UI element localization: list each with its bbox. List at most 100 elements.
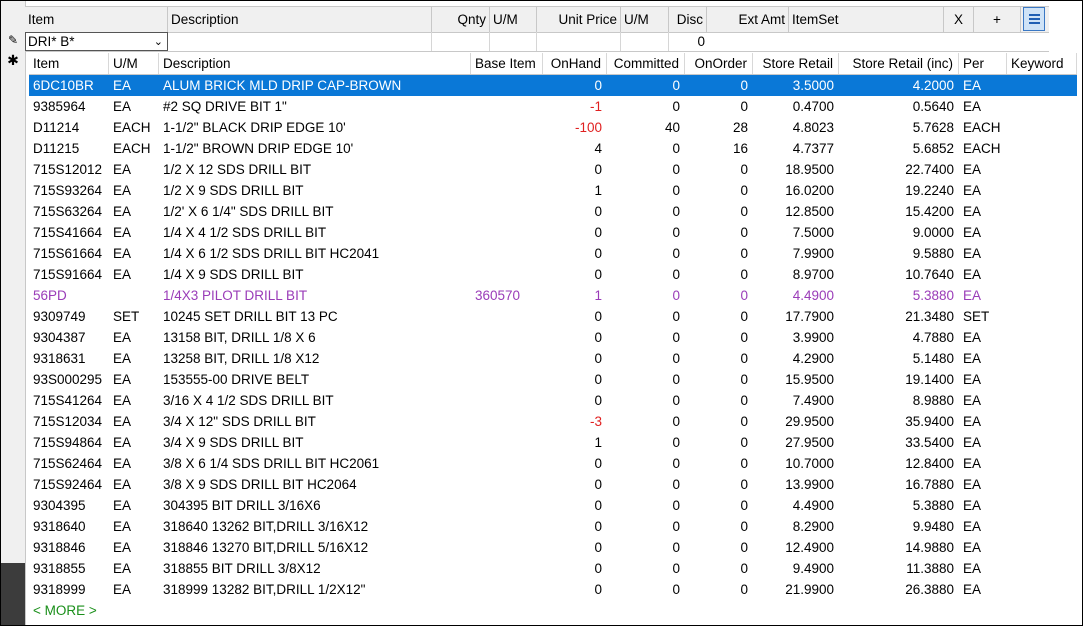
cell-keyword — [1007, 138, 1077, 159]
cell-onorder: 0 — [740, 183, 748, 198]
table-row[interactable]: 9318631 EA 13258 BIT, DRILL 1/8 X12 0 0 0 4.29… — [29, 348, 1077, 369]
col-base-item[interactable]: Base Item — [471, 53, 543, 74]
cell-store-retail: 17.7900 — [785, 309, 834, 324]
col-um[interactable]: U/M — [109, 53, 159, 74]
table-row[interactable]: 9304387 EA 13158 BIT, DRILL 1/8 X 6 0 0 0 3.99… — [29, 327, 1077, 348]
cell-um: EA — [113, 351, 132, 366]
entry-description-cell[interactable] — [168, 32, 432, 51]
header-description[interactable]: Description — [168, 7, 432, 32]
cell-item: 9318846 — [33, 540, 86, 555]
entry-qnty-spacer[interactable] — [432, 32, 490, 51]
col-keyword[interactable]: Keyword — [1007, 53, 1077, 74]
cell-store-retail: 8.2900 — [792, 519, 834, 534]
table-row[interactable]: 9304395 EA 304395 BIT DRILL 3/16X6 0 0 0 4.490… — [29, 495, 1077, 516]
table-row[interactable]: 9309749 SET 10245 SET DRILL BIT 13 PC 0 0 0 17… — [29, 306, 1077, 327]
table-row[interactable]: 9318999 EA 318999 13282 BIT,DRILL 1/2X12" 0… — [29, 579, 1077, 600]
cell-base-item — [471, 201, 543, 222]
header-um[interactable]: U/M — [490, 7, 537, 32]
cell-onhand: 0 — [594, 330, 602, 345]
header-qnty[interactable]: Qnty — [432, 7, 490, 32]
table-row[interactable]: 715S12034 EA 3/4 X 12" SDS DRILL BIT -3 0 0 29… — [29, 411, 1077, 432]
table-row[interactable]: 715S61664 EA 1/4 X 6 1/2 SDS DRILL BIT HC2… — [29, 243, 1077, 264]
cell-item: 9385964 — [33, 99, 86, 114]
cell-um: EA — [113, 78, 132, 93]
entry-price-um-cell[interactable] — [621, 32, 669, 51]
cell-keyword — [1007, 327, 1077, 348]
header-price-um[interactable]: U/M — [621, 7, 669, 32]
table-row[interactable]: 6DC10BR EA ALUM BRICK MLD DRIP CAP-BROWN 0 0… — [29, 75, 1077, 96]
col-onorder[interactable]: OnOrder — [685, 53, 753, 74]
cell-onorder: 0 — [740, 540, 748, 555]
grid-right-edge — [1077, 32, 1082, 625]
cell-description: 3/16 X 4 1/2 SDS DRILL BIT — [163, 393, 334, 408]
table-row[interactable]: 715S94864 EA 3/4 X 9 SDS DRILL BIT 1 0 0 27.95… — [29, 432, 1077, 453]
hamburger-menu-icon[interactable] — [1023, 7, 1045, 31]
table-row[interactable]: 9318855 EA 318855 BIT DRILL 3/8X12 0 0 0 9.490… — [29, 558, 1077, 579]
cell-description: #2 SQ DRIVE BIT 1" — [163, 99, 287, 114]
col-committed[interactable]: Committed — [607, 53, 685, 74]
cell-store-retail-inc: 10.7640 — [905, 267, 954, 282]
item-filter-combobox[interactable]: DRI* B* ⌄ — [25, 32, 168, 51]
table-row[interactable]: 715S93264 EA 1/2 X 9 SDS DRILL BIT 1 0 0 16.02… — [29, 180, 1077, 201]
cell-description: 1/4 X 9 SDS DRILL BIT — [163, 267, 304, 282]
cell-onorder: 0 — [740, 498, 748, 513]
cell-onorder: 0 — [740, 582, 748, 597]
header-ext-amt[interactable]: Ext Amt — [707, 7, 789, 32]
table-row[interactable]: 715S62464 EA 3/8 X 6 1/4 SDS DRILL BIT HC2… — [29, 453, 1077, 474]
header-disc[interactable]: Disc — [669, 7, 707, 32]
cell-item: 9318631 — [33, 351, 86, 366]
cell-base-item — [471, 117, 543, 138]
item-filter-value: DRI* B* — [28, 34, 75, 49]
chevron-down-icon[interactable]: ⌄ — [154, 34, 163, 50]
col-onhand[interactable]: OnHand — [543, 53, 607, 74]
cell-item: 715S41264 — [33, 393, 103, 408]
cell-keyword — [1007, 369, 1077, 390]
table-row[interactable]: 56PD 1/4X3 PILOT DRILL BIT 360570 1 0 0 4.4900… — [29, 285, 1077, 306]
entry-disc-value[interactable]: 0 — [667, 32, 705, 51]
cell-committed: 0 — [672, 477, 680, 492]
col-per[interactable]: Per — [959, 53, 1007, 74]
header-unit-price[interactable]: Unit Price — [537, 7, 621, 32]
pencil-icon: ✎ — [7, 33, 19, 47]
header-x-button[interactable]: X — [944, 7, 974, 32]
table-row[interactable]: D11215 EACH 1-1/2" BROWN DRIP EDGE 10' 4 0 16… — [29, 138, 1077, 159]
table-row[interactable]: 715S12012 EA 1/2 X 12 SDS DRILL BIT 0 0 0 18.9… — [29, 159, 1077, 180]
cell-onhand: 4 — [594, 141, 602, 156]
table-row[interactable]: D11214 EACH 1-1/2" BLACK DRIP EDGE 10' -100… — [29, 117, 1077, 138]
table-row[interactable]: 9318640 EA 318640 13262 BIT,DRILL 3/16X12 0… — [29, 516, 1077, 537]
cell-um: EA — [113, 246, 132, 261]
more-results-link[interactable]: < MORE > — [33, 600, 153, 621]
cell-onhand: 0 — [594, 540, 602, 555]
cell-store-retail: 18.9500 — [785, 162, 834, 177]
table-row[interactable]: 9385964 EA #2 SQ DRIVE BIT 1" -1 0 0 0.4700 0.5… — [29, 96, 1077, 117]
table-row[interactable]: 93S000295 EA 153555-00 DRIVE BELT 0 0 0 15.950… — [29, 369, 1077, 390]
col-description[interactable]: Description — [159, 53, 471, 74]
cell-store-retail: 7.5000 — [792, 225, 834, 240]
col-store-retail-inc[interactable]: Store Retail (inc) — [839, 53, 959, 74]
table-row[interactable]: 715S41264 EA 3/16 X 4 1/2 SDS DRILL BIT 0 0 0… — [29, 390, 1077, 411]
header-item[interactable]: Item — [25, 7, 168, 32]
cell-store-retail: 12.8500 — [785, 204, 834, 219]
entry-unit-price-cell[interactable] — [537, 32, 621, 51]
col-item[interactable]: Item — [29, 53, 109, 74]
table-row[interactable]: 715S91664 EA 1/4 X 9 SDS DRILL BIT 0 0 0 8.970… — [29, 264, 1077, 285]
header-itemset[interactable]: ItemSet — [789, 7, 944, 32]
table-row[interactable]: 715S63264 EA 1/2' X 6 1/4" SDS DRILL BIT 0 0… — [29, 201, 1077, 222]
cell-per: EA — [963, 330, 982, 345]
cell-onorder: 0 — [740, 246, 748, 261]
cell-base-item — [471, 96, 543, 117]
cell-committed: 0 — [672, 267, 680, 282]
cell-description: 1/2 X 9 SDS DRILL BIT — [163, 183, 304, 198]
cell-item: 715S94864 — [33, 435, 103, 450]
entry-um-cell[interactable] — [490, 32, 537, 51]
asterisk-icon: ✱ — [7, 52, 19, 68]
cell-store-retail-inc: 33.5400 — [905, 435, 954, 450]
table-row[interactable]: 715S92464 EA 3/8 X 9 SDS DRILL BIT HC2064 0… — [29, 474, 1077, 495]
cell-onhand: 0 — [594, 393, 602, 408]
header-add-button[interactable]: + — [974, 7, 1021, 32]
cell-base-item — [471, 474, 543, 495]
table-row[interactable]: 715S41664 EA 1/4 X 4 1/2 SDS DRILL BIT 0 0 0 7… — [29, 222, 1077, 243]
col-store-retail[interactable]: Store Retail — [753, 53, 839, 74]
table-row[interactable]: 9318846 EA 318846 13270 BIT,DRILL 5/16X12 0… — [29, 537, 1077, 558]
cell-onhand: 0 — [594, 519, 602, 534]
